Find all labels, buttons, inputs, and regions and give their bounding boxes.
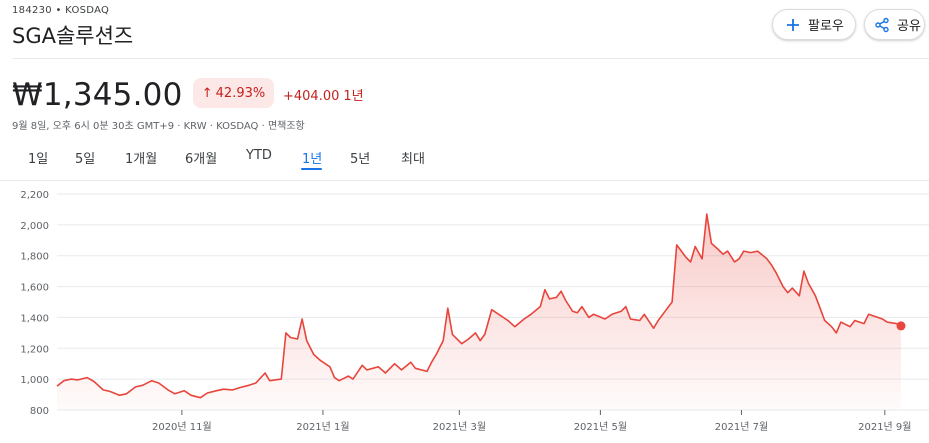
percent-change-badge: ↑ 42.93% xyxy=(193,78,274,108)
y-tick-label: 2,000 xyxy=(20,221,49,232)
y-tick-label: 1,400 xyxy=(20,313,49,324)
x-tick-label: 2021년 5월 xyxy=(574,421,627,433)
tab-ytd[interactable]: YTD xyxy=(246,148,272,163)
chart-divider xyxy=(0,180,929,181)
y-axis: 800 1,000 1,200 1,400 1,600 1,800 2,000 2,200 xyxy=(20,190,49,417)
arrow-up-icon: ↑ xyxy=(201,85,213,101)
y-tick-label: 800 xyxy=(30,406,49,417)
tab-max[interactable]: 최대 xyxy=(401,148,425,167)
x-tick-label: 2021년 7월 xyxy=(715,421,768,433)
tab-6m[interactable]: 6개월 xyxy=(185,148,217,167)
ticker-symbol: 184230 • KOSDAQ xyxy=(12,5,110,16)
absolute-change: +404.00 1년 xyxy=(283,85,364,104)
share-icon xyxy=(874,17,890,33)
y-tick-label: 1,000 xyxy=(20,375,49,386)
tab-1y[interactable]: 1년 xyxy=(302,148,322,167)
share-button[interactable]: 공유 xyxy=(864,9,925,40)
follow-button[interactable]: 팔로우 xyxy=(772,9,856,40)
x-tick-label: 2020년 11월 xyxy=(152,421,212,433)
price-area-fill xyxy=(57,214,901,410)
follow-label: 팔로우 xyxy=(808,19,844,34)
tab-1m[interactable]: 1개월 xyxy=(125,148,157,167)
active-tab-indicator xyxy=(301,168,322,170)
absolute-change-value: +404.00 xyxy=(283,89,340,104)
price-chart[interactable]: 800 1,000 1,200 1,400 1,600 1,800 2,000 2,200 2… xyxy=(0,182,929,443)
y-tick-label: 2,200 xyxy=(20,190,49,201)
x-tick-label: 2021년 9월 xyxy=(858,421,911,433)
x-axis: 2020년 11월 2021년 1월 2021년 3월 2021년 5월 2021년 7… xyxy=(152,410,912,433)
quote-meta: 9월 8일, 오후 6시 0분 30초 GMT+9 · KRW · KOSDAQ… xyxy=(12,121,305,132)
share-label: 공유 xyxy=(897,19,921,34)
change-period: 1년 xyxy=(343,89,364,104)
y-tick-label: 1,200 xyxy=(20,344,49,355)
plus-icon xyxy=(785,17,801,33)
y-tick-label: 1,600 xyxy=(20,283,49,294)
y-tick-label: 1,800 xyxy=(20,252,49,263)
company-name: SGA솔루션즈 xyxy=(12,24,134,48)
tab-1d[interactable]: 1일 xyxy=(28,148,48,167)
header-divider xyxy=(12,58,929,59)
tab-5d[interactable]: 5일 xyxy=(75,148,95,167)
tab-5y[interactable]: 5년 xyxy=(350,148,370,167)
current-price-dot xyxy=(896,321,906,331)
current-price: ₩1,345.00 xyxy=(12,77,183,113)
x-tick-label: 2021년 3월 xyxy=(433,421,486,433)
x-tick-label: 2021년 1월 xyxy=(296,421,349,433)
percent-change-value: 42.93% xyxy=(215,85,266,101)
